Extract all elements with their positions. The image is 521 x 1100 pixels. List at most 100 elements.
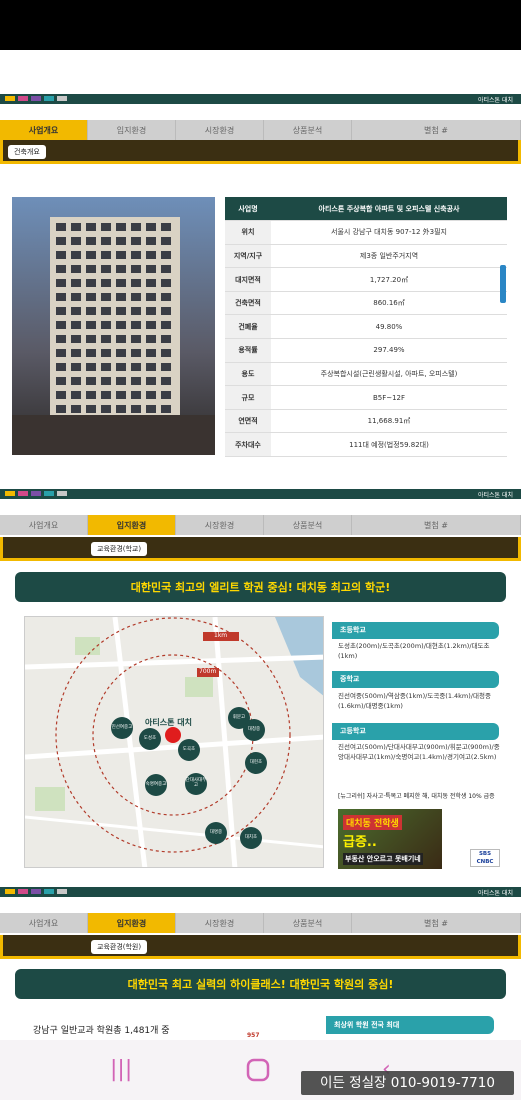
color-swatch: [44, 889, 54, 894]
building-image: [12, 197, 215, 455]
tab-item[interactable]: 시장환경: [176, 913, 264, 933]
window: [161, 279, 171, 287]
color-swatch: [57, 889, 67, 894]
color-swatches: [5, 96, 67, 101]
window: [101, 307, 111, 315]
tab-item[interactable]: 사업개요: [0, 515, 88, 535]
tab-item[interactable]: 사업개요: [0, 913, 88, 933]
window: [131, 321, 141, 329]
recent-apps-icon[interactable]: |||: [110, 1057, 132, 1082]
window: [116, 265, 126, 273]
window: [56, 265, 66, 273]
table-row: 건축면적 860.16㎡: [225, 291, 507, 316]
school-marker[interactable]: 단대사대부고: [185, 773, 207, 795]
tab-bar: 사업개요 입지환경 시장환경 상품분석 별첨 #: [0, 515, 521, 535]
home-icon[interactable]: [246, 1058, 270, 1088]
color-swatch: [18, 96, 28, 101]
school-marker[interactable]: 대현초: [245, 752, 267, 774]
school-category-list: 도성초(200m)/도곡초(200m)/대현초(1.2km)/대도초(1km): [338, 642, 490, 661]
window: [131, 377, 141, 385]
news-caption-1: 대치동 전학생: [343, 815, 402, 830]
window: [86, 349, 96, 357]
tab-item[interactable]: 입지환경: [88, 515, 176, 535]
window: [131, 237, 141, 245]
school-category-heading: 고등학교: [332, 723, 499, 740]
window: [86, 265, 96, 273]
window: [146, 293, 156, 301]
window: [146, 223, 156, 231]
window: [131, 335, 141, 343]
school-marker[interactable]: 대치초: [240, 827, 262, 849]
table-row: 건폐율 49.80%: [225, 314, 507, 340]
tab-item[interactable]: 입지환경: [88, 913, 176, 933]
school-category-heading: 초등학교: [332, 622, 499, 639]
school-marker[interactable]: 대명중: [205, 822, 227, 844]
school-category-list: 진선여고(500m)/단대사대부고(900m)/휘문고(900m)/중앙대사대부…: [338, 743, 500, 762]
tab-item[interactable]: 입지환경: [88, 120, 176, 140]
table-key: 주차대수: [225, 432, 271, 458]
window: [56, 405, 66, 413]
window: [131, 307, 141, 315]
tab-item[interactable]: 별첨 #: [352, 120, 521, 140]
window: [56, 279, 66, 287]
scrollbar-thumb[interactable]: [500, 265, 506, 303]
section-pill[interactable]: 교육환경(학교): [91, 542, 148, 556]
news-caption-3: 부동산 안오르고 못배기네: [343, 853, 423, 865]
window: [71, 377, 81, 385]
section-pill[interactable]: 건축개요: [8, 145, 46, 159]
school-marker[interactable]: 진선여중고: [111, 717, 133, 739]
school-marker[interactable]: 도성초: [139, 728, 161, 750]
sbs-cnbc-logo: SBS CNBC: [470, 849, 500, 867]
window: [116, 391, 126, 399]
tab-item[interactable]: 시장환경: [176, 120, 264, 140]
color-swatch: [18, 889, 28, 894]
brand-label: 아티스톤 대치: [477, 492, 513, 499]
school-marker[interactable]: 대청중: [243, 719, 265, 741]
school-marker[interactable]: 숙명여중고: [145, 774, 167, 796]
table-row: 규모 B5F~12F: [225, 385, 507, 410]
window: [146, 251, 156, 259]
tab-item[interactable]: 별첨 #: [352, 913, 521, 933]
window: [161, 377, 171, 385]
window: [131, 265, 141, 273]
radius-1km-label: 1km: [214, 632, 228, 639]
color-swatch: [44, 96, 54, 101]
window: [161, 349, 171, 357]
table-row: 사업명 아티스톤 주상복합 아파트 및 오피스텔 신축공사: [225, 197, 507, 222]
table-value: 주상복합시설(근린생활시설, 아파트, 오피스텔): [271, 362, 507, 387]
school-marker[interactable]: 도곡초: [178, 739, 200, 761]
tab-item[interactable]: 상품분석: [264, 515, 352, 535]
table-value: 제3종 일반주거지역: [271, 244, 507, 269]
window: [131, 279, 141, 287]
academy-stat-text: 강남구 일반교과 학원총 1,481개 중: [33, 1026, 170, 1036]
street-ground: [12, 415, 215, 455]
window: [71, 391, 81, 399]
window: [161, 237, 171, 245]
color-swatch: [31, 96, 41, 101]
academy-heading: 최상위 학원 전국 최대: [326, 1016, 494, 1034]
header-strip: 아티스톤 대치: [0, 94, 521, 104]
tab-item[interactable]: 사업개요: [0, 120, 88, 140]
tab-item[interactable]: 별첨 #: [352, 515, 521, 535]
table-key: 규모: [225, 385, 271, 410]
radius-700m-label: 700m: [199, 668, 217, 675]
window: [71, 335, 81, 343]
window: [116, 279, 126, 287]
window: [131, 349, 141, 357]
tab-item[interactable]: 상품분석: [264, 120, 352, 140]
tab-item[interactable]: 시장환경: [176, 515, 264, 535]
table-value: B5F~12F: [271, 385, 507, 410]
window: [101, 391, 111, 399]
section-pill[interactable]: 교육환경(학원): [91, 940, 148, 954]
table-key: 건축면적: [225, 291, 271, 316]
window: [146, 237, 156, 245]
window: [101, 349, 111, 357]
window: [116, 293, 126, 301]
window: [116, 363, 126, 371]
phone-contact-overlay[interactable]: 이든 정실장 010-9019-7710: [301, 1071, 514, 1095]
window: [101, 237, 111, 245]
window: [116, 251, 126, 259]
window: [146, 335, 156, 343]
window: [161, 321, 171, 329]
tab-item[interactable]: 상품분석: [264, 913, 352, 933]
